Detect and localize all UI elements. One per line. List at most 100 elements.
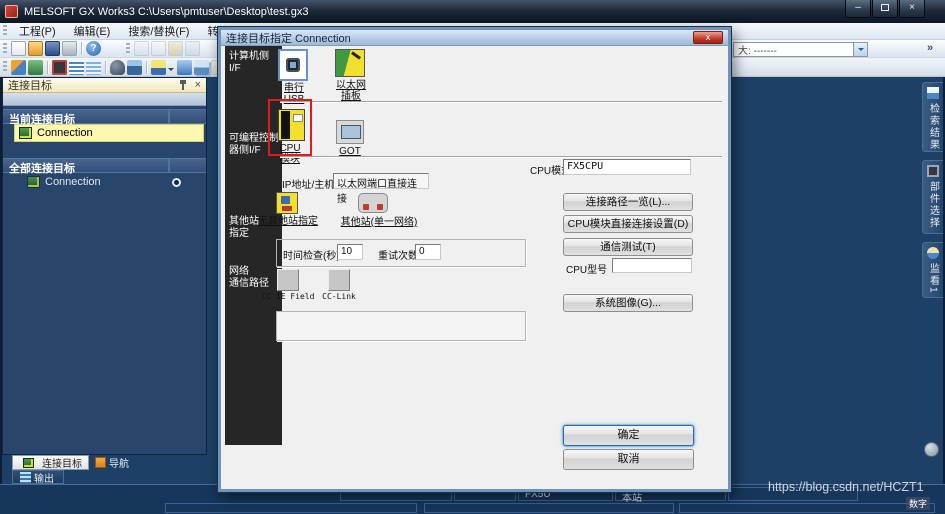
got-icon[interactable]: [336, 120, 364, 144]
tab-watch-1[interactable]: 监看1: [922, 242, 943, 298]
menu-project[interactable]: 工程(P): [10, 22, 65, 40]
window-controls: – ×: [844, 0, 925, 18]
status-segment: [165, 503, 417, 513]
tab-element-selection[interactable]: 部件选择: [922, 160, 943, 234]
connection-icon: [27, 176, 40, 188]
panel-collapse-button[interactable]: [924, 442, 939, 457]
toolbar-overflow-button[interactable]: »: [927, 42, 933, 54]
help-icon[interactable]: ?: [86, 41, 101, 56]
serial-usb-icon[interactable]: [278, 49, 308, 81]
ethernet-board-label[interactable]: 以太网 插板: [325, 80, 377, 102]
connection-path-list-button[interactable]: 连接路径一览(L)...: [563, 193, 693, 211]
ok-button[interactable]: 确定: [563, 425, 694, 446]
section-pc-if-line2: I/F: [229, 63, 241, 74]
tab-connection-destination[interactable]: 连接目标: [12, 455, 89, 470]
device-memory-icon[interactable]: [52, 60, 67, 75]
toolbar-grip: [126, 43, 130, 55]
tab-element-selection-label: 部件选择: [926, 181, 941, 229]
section-network-path-line2: 通信路径: [229, 278, 269, 289]
menu-edit[interactable]: 编辑(E): [65, 22, 120, 40]
toolbar-separator: [146, 61, 147, 74]
header-spacer-cell: [169, 158, 206, 173]
window-titlebar: MELSOFT GX Works3 C:\Users\pmtuser\Deskt…: [0, 0, 945, 23]
status-badge: [172, 178, 181, 187]
menu-find-replace[interactable]: 搜索/替换(F): [119, 22, 198, 40]
minimize-button[interactable]: –: [845, 0, 871, 18]
new-project-icon[interactable]: [11, 41, 26, 56]
cut-icon[interactable]: [134, 41, 149, 56]
fb-editor-icon[interactable]: [86, 60, 101, 75]
other-station-single-network-icon[interactable]: [358, 193, 388, 213]
retry-count-label: 重试次数: [378, 247, 418, 262]
all-connections-header: 全部连接目标: [3, 158, 206, 173]
copy-icon[interactable]: [151, 41, 166, 56]
navigation-window-icon[interactable]: [11, 60, 26, 75]
current-connection-label: Connection: [37, 127, 93, 139]
write-to-plc-icon[interactable]: [28, 60, 43, 75]
all-connection-item[interactable]: Connection: [23, 174, 203, 190]
dialog-titlebar: 连接目标指定 Connection: [221, 30, 728, 46]
all-connection-label: Connection: [45, 176, 101, 188]
section-other-station-line2: 指定: [229, 228, 249, 239]
cc-link-icon: [328, 269, 350, 291]
no-other-station-icon[interactable]: [276, 192, 298, 214]
program-editor-icon[interactable]: [69, 60, 84, 75]
dialog-body: 计算机侧 I/F 可编程控制 器侧I/F 其他站 指定 网络 通信路径: [221, 46, 728, 489]
maximize-button[interactable]: [872, 0, 898, 18]
watch-icon: [927, 247, 939, 259]
close-button[interactable]: ×: [899, 0, 925, 18]
undo-icon[interactable]: [185, 41, 200, 56]
system-image-button[interactable]: 系统图像(G)...: [563, 294, 693, 312]
serial-usb-label-line1: 串行: [284, 83, 304, 94]
pin-icon[interactable]: [179, 80, 187, 90]
connection-icon: [19, 127, 32, 139]
tab-navigation[interactable]: 导航: [89, 455, 135, 470]
panel-titlebar: 连接目标 ×: [3, 78, 206, 93]
connection-destination-panel: 连接目标 × 当前连接目标 Connection 全部连接目标 Connecti…: [2, 77, 207, 455]
time-check-field[interactable]: 10: [337, 244, 363, 260]
tab-search-results-label: 检索结果: [926, 103, 941, 151]
output-icon: [20, 472, 31, 483]
cpu-direct-connection-setting-button[interactable]: CPU模块直接连接设置(D): [563, 215, 693, 233]
tab-navigation-label: 导航: [109, 455, 129, 470]
toolbar-separator: [105, 61, 106, 74]
ip-address-field: 以太网端口直接连接: [333, 173, 429, 189]
application-window: MELSOFT GX Works3 C:\Users\pmtuser\Deskt…: [0, 0, 945, 514]
current-connection-header-label: 当前连接目标: [3, 109, 169, 124]
cc-ie-field-label: CC IE Field: [255, 292, 321, 301]
print-icon[interactable]: [62, 41, 77, 56]
paste-icon[interactable]: [168, 41, 183, 56]
tab-output-label: 输出: [34, 470, 54, 485]
panel-close-icon[interactable]: ×: [193, 80, 203, 90]
device-find-icon[interactable]: [151, 60, 166, 75]
find-icon[interactable]: [110, 60, 125, 75]
toolbar-separator: [81, 42, 82, 55]
toolbar-separator: [47, 61, 48, 74]
zoom-combobox[interactable]: 大: -------: [733, 42, 868, 57]
section-network-path: 网络 通信路径: [229, 266, 269, 290]
minimize-icon: –: [855, 2, 861, 13]
combobox-arrow-button[interactable]: [853, 43, 867, 56]
save-project-icon[interactable]: [45, 41, 60, 56]
monitor-window-icon[interactable]: [127, 60, 142, 75]
retry-count-field[interactable]: 0: [415, 244, 441, 260]
cancel-button[interactable]: 取消: [563, 449, 694, 470]
dialog-close-button[interactable]: x: [693, 31, 723, 44]
navigation-tree-icon: [95, 457, 106, 468]
current-connection-item[interactable]: Connection: [15, 125, 203, 141]
connection-icon: [23, 458, 34, 468]
status-segment: [679, 503, 935, 513]
device-batch-monitor-icon[interactable]: [177, 60, 192, 75]
ethernet-board-icon[interactable]: [335, 49, 365, 77]
tab-output[interactable]: 输出: [12, 470, 64, 484]
tab-search-results[interactable]: 检索结果: [922, 82, 943, 152]
no-other-station-label[interactable]: 无其他站指定: [257, 216, 319, 227]
chevron-down-icon: [858, 48, 864, 54]
device-register-icon[interactable]: [194, 60, 209, 75]
panel-toolbar: [3, 93, 206, 106]
other-station-single-network-label[interactable]: 其他站(单一网络): [339, 217, 419, 228]
communication-test-button[interactable]: 通信测试(T): [563, 238, 693, 256]
maximize-icon: [881, 4, 889, 11]
chevron-down-icon[interactable]: [168, 68, 174, 74]
open-project-icon[interactable]: [28, 41, 43, 56]
